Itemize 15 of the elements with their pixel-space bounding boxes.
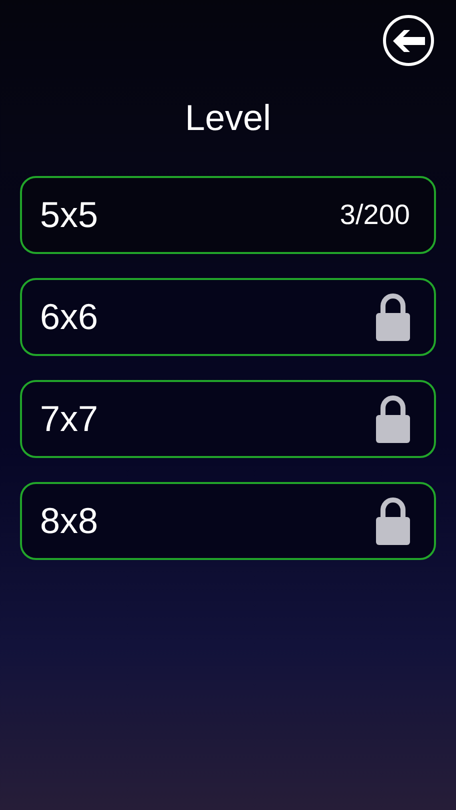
lock-icon <box>376 293 410 341</box>
progress-count: 3/200 <box>340 198 410 232</box>
screen-title: Level <box>184 96 272 140</box>
lock-icon <box>376 395 410 443</box>
back-button[interactable] <box>383 15 434 66</box>
grid-size-label: 5x5 <box>40 193 98 237</box>
level-option[interactable]: 5x5 3/200 <box>20 176 436 254</box>
grid-size-label: 6x6 <box>40 295 98 339</box>
grid-size-label: 7x7 <box>40 397 98 441</box>
level-option[interactable]: 7x7 <box>20 380 436 458</box>
level-option[interactable]: 6x6 <box>20 278 436 356</box>
arrow-left-icon <box>392 30 424 52</box>
lock-icon <box>376 497 410 545</box>
level-option[interactable]: 8x8 <box>20 482 436 560</box>
grid-size-label: 8x8 <box>40 499 98 543</box>
